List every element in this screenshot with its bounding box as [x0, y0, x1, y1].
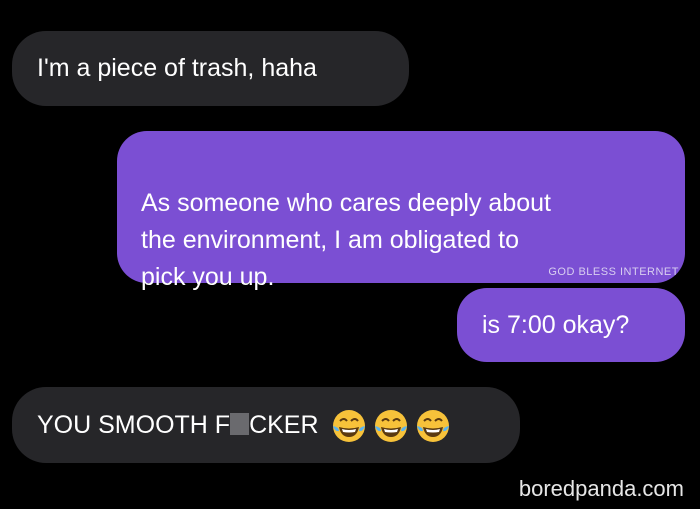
message-text: is 7:00 okay? [482, 311, 630, 339]
outgoing-message: is 7:00 okay? [457, 288, 685, 362]
incoming-message: YOU SMOOTH F CKER [12, 387, 520, 463]
tears-of-joy-emoji-icon [417, 410, 450, 443]
tears-of-joy-emoji-icon [375, 410, 408, 443]
censor-block [230, 413, 250, 435]
overlay-watermark: GOD BLESS INTERNET [548, 266, 679, 278]
tears-of-joy-emoji-icon [333, 410, 366, 443]
message-text-end: CKER [249, 411, 319, 439]
outgoing-message: As someone who cares deeply about the en… [117, 131, 685, 291]
message-text: As someone who cares deeply about the en… [141, 189, 551, 291]
site-watermark: boredpanda.com [518, 476, 684, 501]
message-text: I'm a piece of trash, haha [37, 54, 317, 82]
incoming-message: I'm a piece of trash, haha [12, 31, 409, 106]
message-text-start: YOU SMOOTH F [37, 411, 231, 439]
